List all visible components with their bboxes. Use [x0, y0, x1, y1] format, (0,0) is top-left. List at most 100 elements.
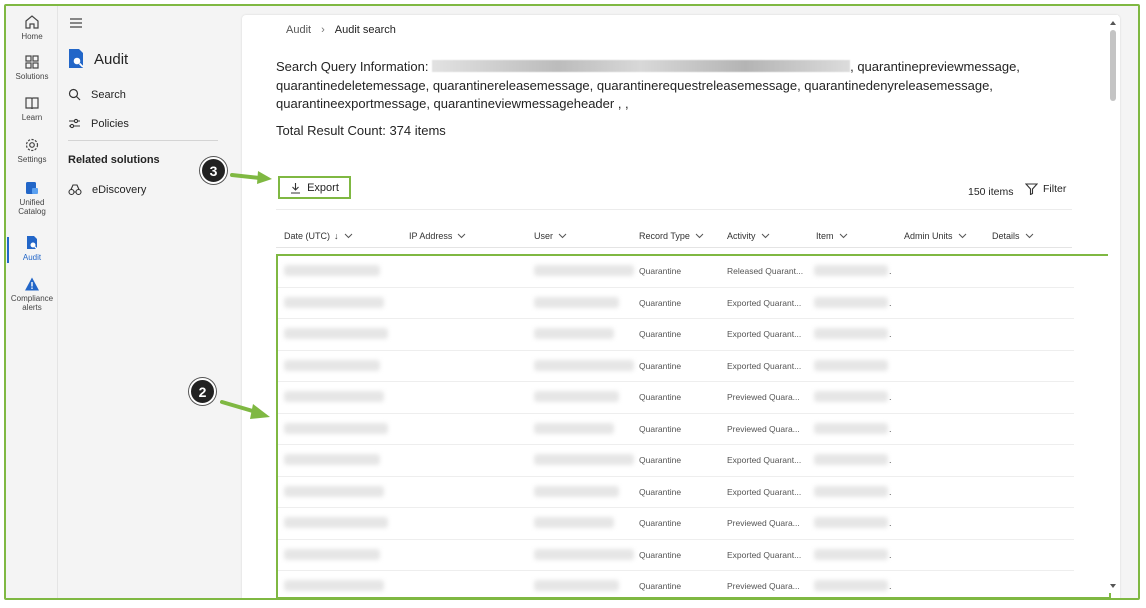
nav-divider: [68, 140, 218, 141]
column-header-item[interactable]: Item: [816, 231, 848, 241]
record-type-cell: Quarantine: [639, 360, 682, 371]
rail-item-label: Compliance alerts: [10, 294, 54, 312]
table-row[interactable]: Quarantine Exported Quarant....: [278, 477, 1074, 508]
nav-item-search[interactable]: Search: [68, 88, 126, 101]
table-row[interactable]: Quarantine Exported Quarant....: [278, 445, 1074, 477]
search-icon: [68, 88, 81, 101]
record-type-cell: Quarantine: [639, 549, 682, 560]
activity-cell: Previewed Quara...: [727, 581, 800, 591]
chevron-down-icon: [958, 233, 966, 239]
item-cell: .: [889, 486, 892, 497]
export-label: Export: [307, 181, 339, 194]
redacted-user: [534, 328, 614, 339]
nav-panel: Audit Search Policies Related solutions …: [58, 6, 240, 598]
divider: [276, 209, 1072, 210]
sliders-icon: [69, 118, 80, 129]
rail-item-unified-catalog[interactable]: Unified Catalog: [6, 180, 58, 216]
rail-item-solutions[interactable]: Solutions: [6, 54, 58, 81]
item-cell: .: [889, 518, 892, 528]
filter-icon: [1025, 183, 1038, 195]
redacted-item: [814, 265, 888, 276]
item-cell: .: [889, 423, 892, 434]
table-row[interactable]: Quarantine Exported Quarant....: [278, 288, 1074, 319]
scrollbar-thumb[interactable]: [1110, 30, 1116, 101]
activity-cell: Exported Quarant...: [727, 297, 802, 308]
item-cell: .: [889, 297, 892, 308]
home-icon: [25, 15, 39, 29]
redacted-item: [814, 485, 888, 497]
breadcrumb: Audit › Audit search: [286, 24, 396, 36]
export-button[interactable]: Export: [278, 176, 351, 199]
solutions-icon: [25, 55, 39, 69]
table-row[interactable]: Quarantine Exported Quarant....: [278, 540, 1074, 571]
column-header-date[interactable]: Date (UTC) ↓: [284, 231, 353, 241]
results-table-body: Quarantine Released Quarant.... Quarantine…: [276, 254, 1111, 598]
catalog-icon: [26, 182, 38, 194]
table-row[interactable]: Quarantine Previewed Quara....: [278, 508, 1074, 540]
activity-cell: Previewed Quara...: [727, 392, 800, 402]
query-label: Search Query Information:: [276, 59, 429, 74]
ediscovery-icon: [68, 184, 82, 196]
chevron-down-icon: [761, 233, 769, 239]
rail-item-audit[interactable]: Audit: [6, 235, 58, 263]
chevron-right-icon: ›: [321, 24, 325, 36]
menu-toggle-button[interactable]: [69, 15, 83, 33]
redacted-date: [284, 422, 388, 434]
table-row[interactable]: Quarantine Previewed Quara....: [278, 414, 1074, 445]
audit-icon: [27, 236, 38, 250]
column-header-activity[interactable]: Activity: [727, 231, 770, 241]
rail-item-settings[interactable]: Settings: [6, 137, 58, 164]
redacted-user: [534, 485, 619, 497]
activity-cell: Exported Quarant...: [727, 486, 802, 497]
activity-cell: Exported Quarant...: [727, 455, 802, 465]
nav-title: Audit: [94, 50, 129, 68]
table-row[interactable]: Quarantine Exported Quarant....: [278, 319, 1074, 351]
redacted-user: [534, 265, 634, 276]
column-header-user[interactable]: User: [534, 231, 567, 241]
record-type-cell: Quarantine: [639, 455, 682, 465]
redacted-user: [534, 296, 619, 308]
warning-icon: [25, 277, 39, 291]
redacted-user: [534, 517, 614, 528]
filter-label: Filter: [1043, 183, 1067, 195]
search-query-info: Search Query Information: , quarantinepr…: [276, 58, 1056, 114]
scroll-up-icon[interactable]: [1108, 18, 1118, 28]
scroll-down-icon[interactable]: [1108, 581, 1118, 591]
header-divider: [276, 247, 1072, 248]
nav-item-label: Search: [91, 88, 126, 101]
redacted-item: [814, 422, 888, 434]
nav-item-policies[interactable]: Policies: [68, 117, 129, 130]
redacted-date: [284, 548, 380, 560]
redacted-date: [284, 517, 388, 528]
rail-item-learn[interactable]: Learn: [6, 95, 58, 122]
record-type-cell: Quarantine: [639, 297, 682, 308]
nav-header: Audit: [66, 48, 128, 70]
column-header-ip-address[interactable]: IP Address: [409, 231, 466, 241]
rail-item-home[interactable]: Home: [6, 14, 58, 41]
hamburger-icon: [70, 18, 82, 28]
item-cell: .: [889, 266, 892, 276]
audit-icon: [69, 49, 84, 68]
chevron-down-icon: [458, 233, 466, 239]
nav-item-label: Policies: [91, 117, 129, 130]
breadcrumb-parent[interactable]: Audit: [286, 24, 311, 36]
redacted-date: [284, 454, 380, 465]
rail-item-label: Learn: [21, 113, 43, 122]
filter-button[interactable]: Filter: [1025, 183, 1066, 195]
record-type-cell: Quarantine: [639, 423, 682, 434]
nav-item-ediscovery[interactable]: eDiscovery: [68, 183, 146, 196]
table-row[interactable]: Quarantine Previewed Quara....: [278, 571, 1074, 598]
column-header-record-type[interactable]: Record Type: [639, 231, 704, 241]
rail-item-compliance-alerts[interactable]: Compliance alerts: [6, 276, 58, 312]
rail-item-label: Audit: [22, 253, 42, 262]
column-header-details[interactable]: Details: [992, 231, 1034, 241]
record-type-cell: Quarantine: [639, 581, 682, 591]
column-header-admin-units[interactable]: Admin Units: [904, 231, 967, 241]
table-row[interactable]: Quarantine Previewed Quara....: [278, 382, 1074, 414]
scrollbar-track[interactable]: [1108, 15, 1118, 593]
redacted-date: [284, 328, 388, 339]
table-row[interactable]: Quarantine Released Quarant....: [278, 256, 1074, 288]
table-row[interactable]: Quarantine Exported Quarant...: [278, 351, 1074, 382]
redacted-date: [284, 359, 380, 371]
redacted-date: [284, 580, 384, 591]
